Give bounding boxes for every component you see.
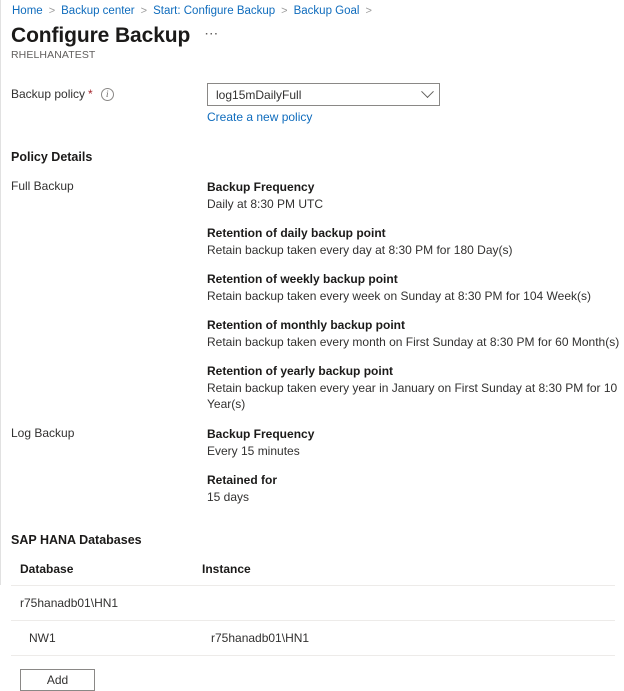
policy-details-heading: Policy Details: [11, 150, 624, 164]
backup-policy-select[interactable]: log15mDailyFull: [207, 83, 440, 106]
detail-title: Retention of yearly backup point: [207, 363, 624, 379]
detail-block: Retention of weekly backup point Retain …: [207, 271, 624, 304]
detail-title: Retention of monthly backup point: [207, 317, 624, 333]
table-row[interactable]: r75hanadb01\HN1: [11, 586, 615, 621]
detail-block: Retention of yearly backup point Retain …: [207, 363, 624, 412]
backup-policy-field-column: log15mDailyFull Create a new policy: [207, 83, 440, 124]
create-new-policy-link[interactable]: Create a new policy: [207, 110, 312, 124]
detail-block: Retained for 15 days: [207, 472, 624, 505]
detail-block: Retention of monthly backup point Retain…: [207, 317, 624, 350]
detail-title: Backup Frequency: [207, 426, 624, 442]
detail-text: Every 15 minutes: [207, 443, 624, 459]
cell-database: NW1: [29, 631, 211, 645]
detail-title: Backup Frequency: [207, 179, 624, 195]
page-title: Configure Backup: [11, 23, 190, 49]
breadcrumb-item-start-configure-backup[interactable]: Start: Configure Backup: [152, 5, 276, 17]
breadcrumb-item-backup-center[interactable]: Backup center: [60, 5, 136, 17]
breadcrumb: Home > Backup center > Start: Configure …: [11, 0, 624, 18]
backup-policy-selected-value: log15mDailyFull: [216, 88, 301, 102]
cell-instance: r75hanadb01\HN1: [211, 631, 615, 645]
column-header-instance: Instance: [202, 562, 615, 576]
detail-text: Retain backup taken every week on Sunday…: [207, 288, 624, 304]
policy-detail-row-log-backup: Log Backup Backup Frequency Every 15 min…: [11, 426, 624, 505]
chevron-down-icon: [421, 85, 434, 98]
table-row[interactable]: NW1 r75hanadb01\HN1: [11, 621, 615, 656]
detail-text: Retain backup taken every day at 8:30 PM…: [207, 242, 624, 258]
add-button[interactable]: Add: [20, 669, 95, 691]
page-header: Configure Backup ⋯: [11, 23, 624, 49]
detail-text: 15 days: [207, 489, 624, 505]
detail-title: Retention of daily backup point: [207, 225, 624, 241]
detail-text: Daily at 8:30 PM UTC: [207, 196, 624, 212]
policy-detail-row-full-backup: Full Backup Backup Frequency Daily at 8:…: [11, 179, 624, 412]
breadcrumb-separator-icon: >: [281, 5, 287, 17]
detail-title: Retention of weekly backup point: [207, 271, 624, 287]
detail-text: Retain backup taken every month on First…: [207, 334, 624, 350]
detail-block: Backup Frequency Daily at 8:30 PM UTC: [207, 179, 624, 212]
detail-block: Retention of daily backup point Retain b…: [207, 225, 624, 258]
breadcrumb-item-backup-goal[interactable]: Backup Goal: [293, 5, 361, 17]
cell-database: r75hanadb01\HN1: [20, 596, 202, 610]
backup-policy-row: Backup policy * i log15mDailyFull Create…: [11, 83, 624, 124]
column-header-database: Database: [20, 562, 202, 576]
backup-policy-label-group: Backup policy * i: [11, 83, 207, 101]
sap-hana-databases-heading: SAP HANA Databases: [11, 533, 624, 547]
table-header-row: Database Instance: [11, 562, 615, 586]
detail-block: Backup Frequency Every 15 minutes: [207, 426, 624, 459]
breadcrumb-item-home[interactable]: Home: [11, 5, 44, 17]
full-backup-label: Full Backup: [11, 179, 207, 193]
detail-text: Retain backup taken every year in Januar…: [207, 380, 624, 412]
cell-instance: [202, 596, 615, 610]
configure-backup-blade: Home > Backup center > Start: Configure …: [0, 0, 624, 585]
breadcrumb-separator-icon: >: [365, 5, 371, 17]
backup-policy-label: Backup policy: [11, 87, 85, 101]
info-icon[interactable]: i: [101, 88, 114, 101]
breadcrumb-separator-icon: >: [141, 5, 147, 17]
full-backup-details: Backup Frequency Daily at 8:30 PM UTC Re…: [207, 179, 624, 412]
more-options-icon[interactable]: ⋯: [204, 26, 220, 46]
detail-title: Retained for: [207, 472, 624, 488]
log-backup-label: Log Backup: [11, 426, 207, 440]
breadcrumb-separator-icon: >: [49, 5, 55, 17]
required-marker: *: [88, 89, 93, 99]
page-subtitle: RHELHANATEST: [11, 49, 624, 61]
log-backup-details: Backup Frequency Every 15 minutes Retain…: [207, 426, 624, 505]
databases-table: Database Instance r75hanadb01\HN1 NW1 r7…: [1, 562, 615, 656]
